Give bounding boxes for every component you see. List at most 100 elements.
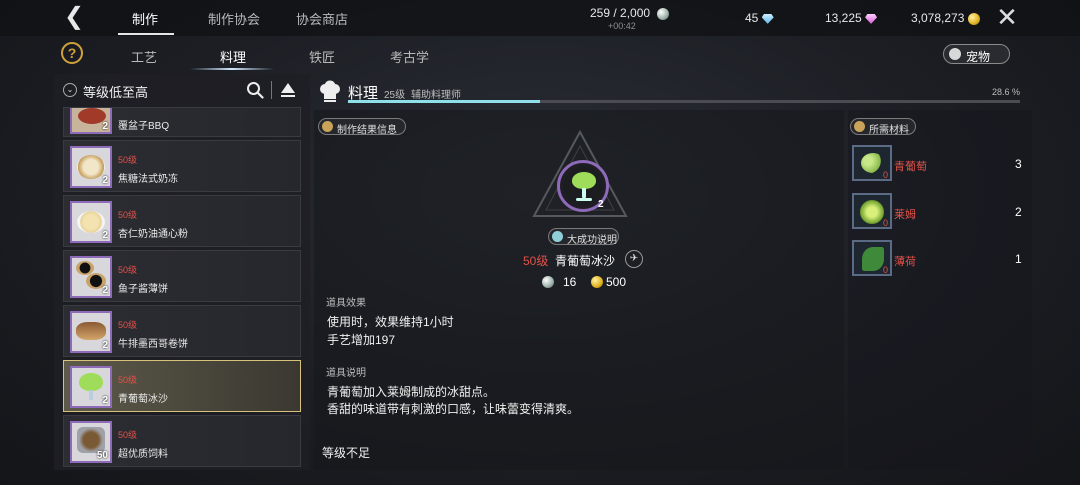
subtab-cooking[interactable]: 料理 [220,47,246,66]
cost-silver: 16 [563,275,577,289]
currency-blue-gem: 45 [745,11,774,25]
back-arrow-icon[interactable]: ❮ [60,5,88,30]
tab-crafting-guild[interactable]: 制作协会 [208,9,260,28]
item-name: 杏仁奶油通心粉 [118,229,188,240]
item-level: 50级 [118,210,138,220]
item-name: 覆盆子BBQ [118,121,170,132]
stamina-text: 259 / 2,000 [590,6,651,20]
status-message: 等级不足 [322,446,371,460]
chevron-down-icon[interactable]: ⌄ [63,83,77,97]
item-name: 超优质饲料 [118,449,168,460]
grape-sorbet-icon [79,373,103,391]
material-slot[interactable]: 0 [852,193,892,229]
active-tab-indicator [118,33,174,35]
success-info-label: 大成功说明 [567,235,617,246]
product-qty: 2 [598,199,604,210]
bag-icon [854,121,865,132]
xp-progress-label: 28.6 % [992,87,1021,97]
item-level: 50级 [118,375,138,385]
item-level: 50级 [118,430,138,440]
item-qty: 2 [102,230,108,241]
subtab-archaeology[interactable]: 考古学 [390,47,429,66]
effect-line-2: 手艺增加197 [327,333,396,347]
list-item[interactable]: 2 50级 牛排墨西哥卷饼 [63,305,301,357]
silver-coin-icon [542,276,554,288]
item-qty: 2 [102,285,108,296]
subtab-blacksmith[interactable]: 铁匠 [309,47,335,66]
divider [271,81,272,99]
materials-button[interactable]: 所需材料 [850,118,916,136]
stamina-timer: +00:42 [608,21,636,31]
tab-guild-shop[interactable]: 协会商店 [296,9,348,28]
paw-icon [949,48,961,60]
pink-gem-icon [865,13,878,24]
success-icon [552,231,563,242]
effect-line-1: 使用时，效果维持1小时 [327,315,454,329]
list-item-selected[interactable]: 2 50级 青葡萄冰沙 [63,360,301,412]
effect-label: 道具效果 [326,298,366,309]
item-qty: 2 [102,121,108,132]
item-qty: 2 [102,340,108,351]
glass-stem [582,188,586,198]
item-thumbnail: 50 [70,421,112,463]
great-success-info-button[interactable]: 大成功说明 [548,228,619,246]
green-grapes-icon [861,153,885,173]
list-item[interactable]: 2 50级 杏仁奶油通心粉 [63,195,301,247]
xp-progress-fill [348,100,541,103]
material-required: 1 [1015,252,1022,266]
glass-stem [89,390,93,400]
currency-pink-gem-value: 13,225 [825,11,862,25]
currency-gold: 3,078,273 [911,11,980,25]
search-icon[interactable] [246,81,264,99]
pet-button[interactable]: 宠物 [943,44,1010,64]
close-icon[interactable]: ✕ [994,4,1020,31]
grape-sorbet-icon [572,172,596,189]
subtab-craft[interactable]: 工艺 [131,47,157,66]
list-item[interactable]: 50 50级 超优质饲料 [63,415,301,467]
item-name: 焦糖法式奶冻 [118,174,178,185]
item-name: 鱼子酱薄饼 [118,284,168,295]
item-qty: 50 [96,450,108,461]
item-thumbnail: 2 [70,201,112,243]
cost-gold: 500 [606,275,627,289]
gold-coin-icon [967,12,980,25]
macaroni-icon [77,211,105,233]
gold-coin-icon [591,276,603,288]
material-owned: 0 [883,265,889,275]
hammer-icon [322,121,333,132]
product-level: 50级 [523,254,549,268]
item-thumbnail: 2 [70,256,112,298]
subtab-indicator [190,68,274,70]
list-item[interactable]: 2 50级 焦糖法式奶冻 [63,140,301,192]
currency-gold-value: 3,078,273 [911,11,965,25]
material-owned: 0 [883,218,889,228]
tab-crafting[interactable]: 制作 [132,9,158,28]
material-slot[interactable]: 0 [852,145,892,181]
list-item[interactable]: 2 50级 鱼子酱薄饼 [63,250,301,302]
sort-dropdown[interactable]: 等级低至高 [83,82,148,101]
currency-blue-gem-value: 45 [745,11,759,25]
result-info-label: 制作结果信息 [337,125,397,136]
result-info-button[interactable]: 制作结果信息 [318,118,406,136]
description-line-1: 青葡萄加入莱姆制成的冰甜点。 [327,385,496,399]
item-qty: 2 [102,175,108,186]
item-level: 50级 [118,155,138,165]
material-required: 3 [1015,157,1022,171]
item-qty: 2 [102,395,108,406]
item-thumbnail: 2 [70,108,112,134]
currency-pink-gem: 13,225 [825,11,878,25]
materials-label: 所需材料 [869,125,909,136]
item-name: 青葡萄冰沙 [118,394,168,405]
material-name: 莱姆 [894,209,916,221]
mint-icon [862,247,884,271]
sort-order-icon[interactable] [280,81,296,99]
help-icon[interactable]: ? [61,42,83,64]
list-item[interactable]: 2 覆盆子BBQ [63,107,301,137]
lime-icon [860,200,884,224]
pet-button-label: 宠物 [966,50,991,64]
material-slot[interactable]: 0 [852,240,892,276]
item-thumbnail: 2 [70,366,112,408]
item-level: 50级 [118,265,138,275]
description-line-2: 香甜的味道带有刺激的口感，让味蕾变得清爽。 [327,402,580,416]
pin-icon[interactable]: ✈ [625,250,643,268]
